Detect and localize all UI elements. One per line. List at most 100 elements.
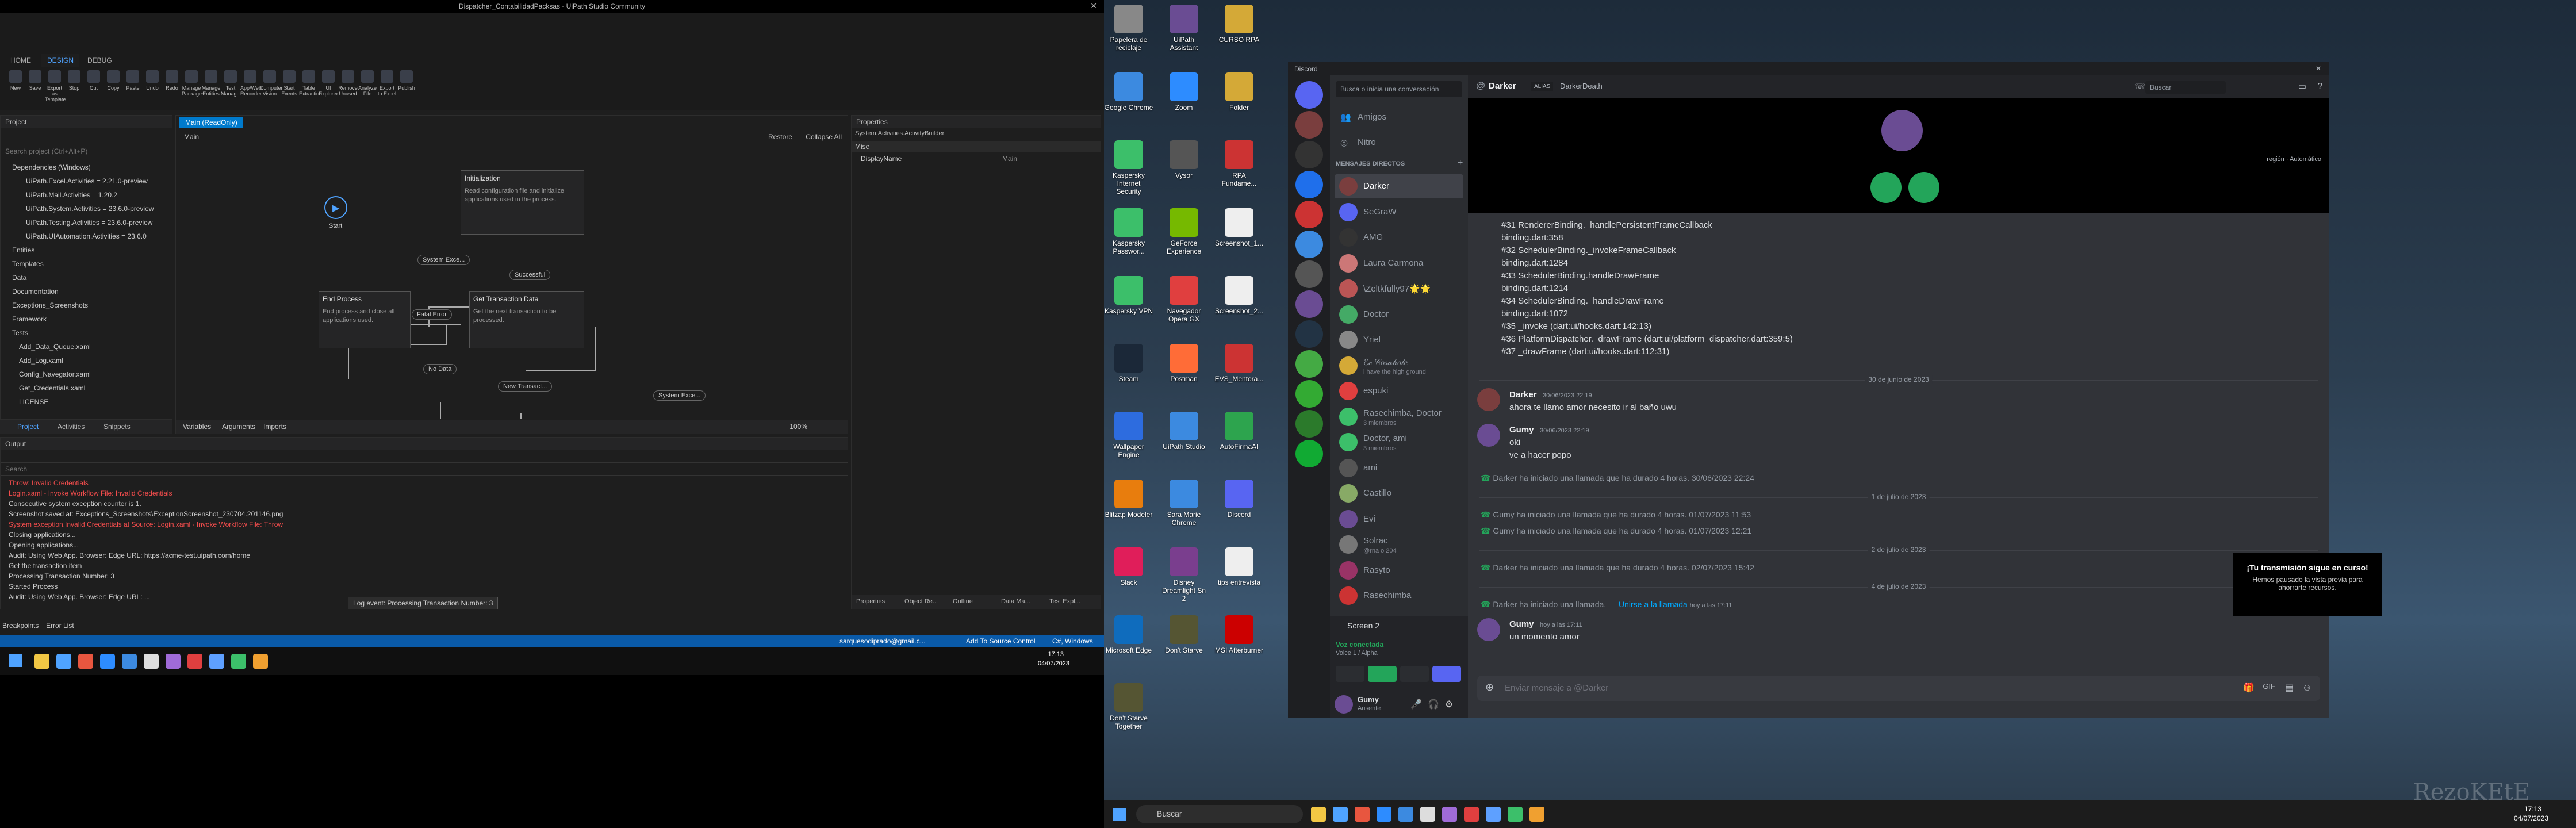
taskbar-app-icon[interactable] [1529,807,1544,822]
close-icon[interactable]: ✕ [2316,64,2321,72]
project-search-input[interactable]: Search project (Ctrl+Alt+P) [1,144,172,158]
desktop-icon[interactable]: Don't Starve [1159,615,1209,654]
tree-item[interactable]: Entities [12,243,172,257]
desktop-icon[interactable]: Don't Starve Together [1104,683,1153,730]
close-icon[interactable]: ✕ [1090,1,1097,11]
tab-home[interactable]: HOME [5,54,37,67]
desktop-icon[interactable]: Screenshot_1... [1214,208,1264,247]
tree-item[interactable]: UiPath.UIAutomation.Activities = 23.6.0 [12,229,172,243]
taskbar-app-icon[interactable] [1398,807,1413,822]
desktop-icon[interactable]: Folder [1214,72,1264,112]
taskbar-app-icon[interactable] [1311,807,1326,822]
collapse-all-link[interactable]: Collapse All [806,133,842,141]
taskbar-app-icon[interactable] [1464,807,1479,822]
edge-label-system-exception-2[interactable]: System Exce... [653,390,706,401]
taskbar-app-icon[interactable] [1333,807,1348,822]
help-icon[interactable]: ? [2318,81,2322,91]
taskbar-app-icon[interactable] [122,654,137,669]
conversation-search[interactable]: Busca o inicia una conversación [1336,81,1462,97]
restore-link[interactable]: Restore [768,133,792,141]
tab-arguments[interactable]: Arguments [222,423,255,431]
ribbon-button[interactable]: Undo [143,68,162,101]
ribbon-button[interactable]: Start Events [279,68,299,101]
desktop-icon[interactable]: Papelera de reciclaje [1104,5,1153,52]
end-process-node[interactable]: End Process End process and close all ap… [319,291,411,348]
desktop-icon[interactable]: Microsoft Edge [1104,615,1153,654]
tree-item[interactable]: Add_Data_Queue.xaml [12,340,172,354]
voice-call-button[interactable] [1908,172,1939,203]
desktop-icon[interactable]: Vysor [1159,140,1209,179]
ribbon-button[interactable]: Paste [123,68,143,101]
taskbar-app-icon[interactable] [1486,807,1501,822]
soundboard-button[interactable] [1432,666,1461,682]
taskbar-app-icon[interactable] [1355,807,1370,822]
ribbon-button[interactable]: New [6,68,25,101]
taskbar-app-icon[interactable] [78,654,93,669]
tree-item[interactable]: Data [12,271,172,285]
tab-activities[interactable]: Activities [57,423,85,431]
settings-icon[interactable]: ⚙ [1445,699,1453,710]
dm-item[interactable]: Rasyto [1335,558,1463,582]
tree-item[interactable]: Tests [12,326,172,340]
ribbon-button[interactable]: App/Web Recorder [240,68,262,101]
desktop-icon[interactable]: Zoom [1159,72,1209,112]
desktop-icon[interactable]: Disney Dreamlight Sn 2 [1159,547,1209,603]
tree-item[interactable]: UiPath.Testing.Activities = 23.6.0-previ… [12,216,172,229]
chat-search-input[interactable]: Buscar [2145,81,2226,94]
taskbar-app-icon[interactable] [166,654,181,669]
desktop-icon[interactable]: Slack [1104,547,1153,586]
nitro-item[interactable]: Nitro ◎ [1335,131,1463,155]
message-author[interactable]: Darker [1509,390,1537,400]
add-dm-icon[interactable]: + [1458,158,1463,168]
side-tab[interactable]: Outline [953,598,973,605]
desktop-icon[interactable]: Screenshot_2... [1214,276,1264,315]
desktop-icon[interactable]: MSI Afterburner [1214,615,1264,654]
taskbar-app-icon[interactable] [34,654,49,669]
taskbar-search[interactable]: Buscar [1136,805,1303,823]
tree-item[interactable]: UiPath.System.Activities = 23.6.0-previe… [12,202,172,216]
join-call-link[interactable]: — Unirse a la llamada [1608,600,1688,609]
desktop-icon[interactable]: Google Chrome [1104,72,1153,112]
dm-item[interactable]: SeGraW [1335,200,1463,224]
ribbon-button[interactable]: Copy [103,68,123,101]
edge-label-fatal-error[interactable]: Fatal Error [412,309,452,320]
server-icon[interactable] [1295,320,1323,348]
ribbon-button[interactable]: Cut [84,68,103,101]
tree-item[interactable]: Exceptions_Screenshots [12,298,172,312]
output-search-input[interactable]: Search [1,463,848,476]
mic-icon[interactable]: 🎤 [1410,699,1422,710]
desktop-icon[interactable]: GeForce Experience [1159,208,1209,255]
ribbon-button[interactable]: Export to Excel [377,68,397,101]
server-icon[interactable] [1295,231,1323,258]
desktop-icon[interactable]: Blitzap Modeler [1104,480,1153,519]
dm-item[interactable]: Doctor [1335,302,1463,327]
dm-item[interactable]: espuki [1335,379,1463,403]
avatar[interactable] [1477,388,1500,411]
taskbar-app-icon[interactable] [231,654,246,669]
dm-item[interactable]: Yriel [1335,328,1463,352]
tree-item[interactable]: Get_Credentials.xaml [12,381,172,395]
message-author[interactable]: Gumy [1509,619,1534,629]
server-icon[interactable] [1295,410,1323,438]
ribbon-button[interactable]: Manage Packages [182,68,205,101]
displayname-value[interactable]: Main [1002,155,1017,163]
friends-item[interactable]: Amigos 👥 [1335,105,1463,129]
message-author[interactable]: Gumy [1509,425,1534,435]
tab-imports[interactable]: Imports [263,423,286,431]
dm-item[interactable]: Laura Carmona [1335,251,1463,275]
dm-item[interactable]: ami [1335,456,1463,480]
dm-item[interactable]: Solrac @rna o 204 [1335,532,1463,557]
edge-label-system-exception[interactable]: System Exce... [417,255,470,265]
windows-start-icon[interactable] [1113,808,1126,821]
desktop-icon[interactable]: AutoFirmaAI [1214,412,1264,451]
ribbon-button[interactable]: Stop [64,68,84,101]
side-tab[interactable]: Data Ma... [1001,598,1030,605]
headphones-icon[interactable]: 🎧 [1428,699,1439,710]
desktop-icon[interactable]: Wallpaper Engine [1104,412,1153,459]
status-user[interactable]: sarquesodiprado@gmail.c... [839,637,926,645]
ribbon-button[interactable]: Analyze File [358,68,377,101]
region-value[interactable]: Automático [2290,156,2321,163]
tab-project[interactable]: Project [17,423,39,431]
sticker-icon[interactable]: ▤ [2285,682,2294,693]
tree-item[interactable]: Documentation [12,285,172,298]
